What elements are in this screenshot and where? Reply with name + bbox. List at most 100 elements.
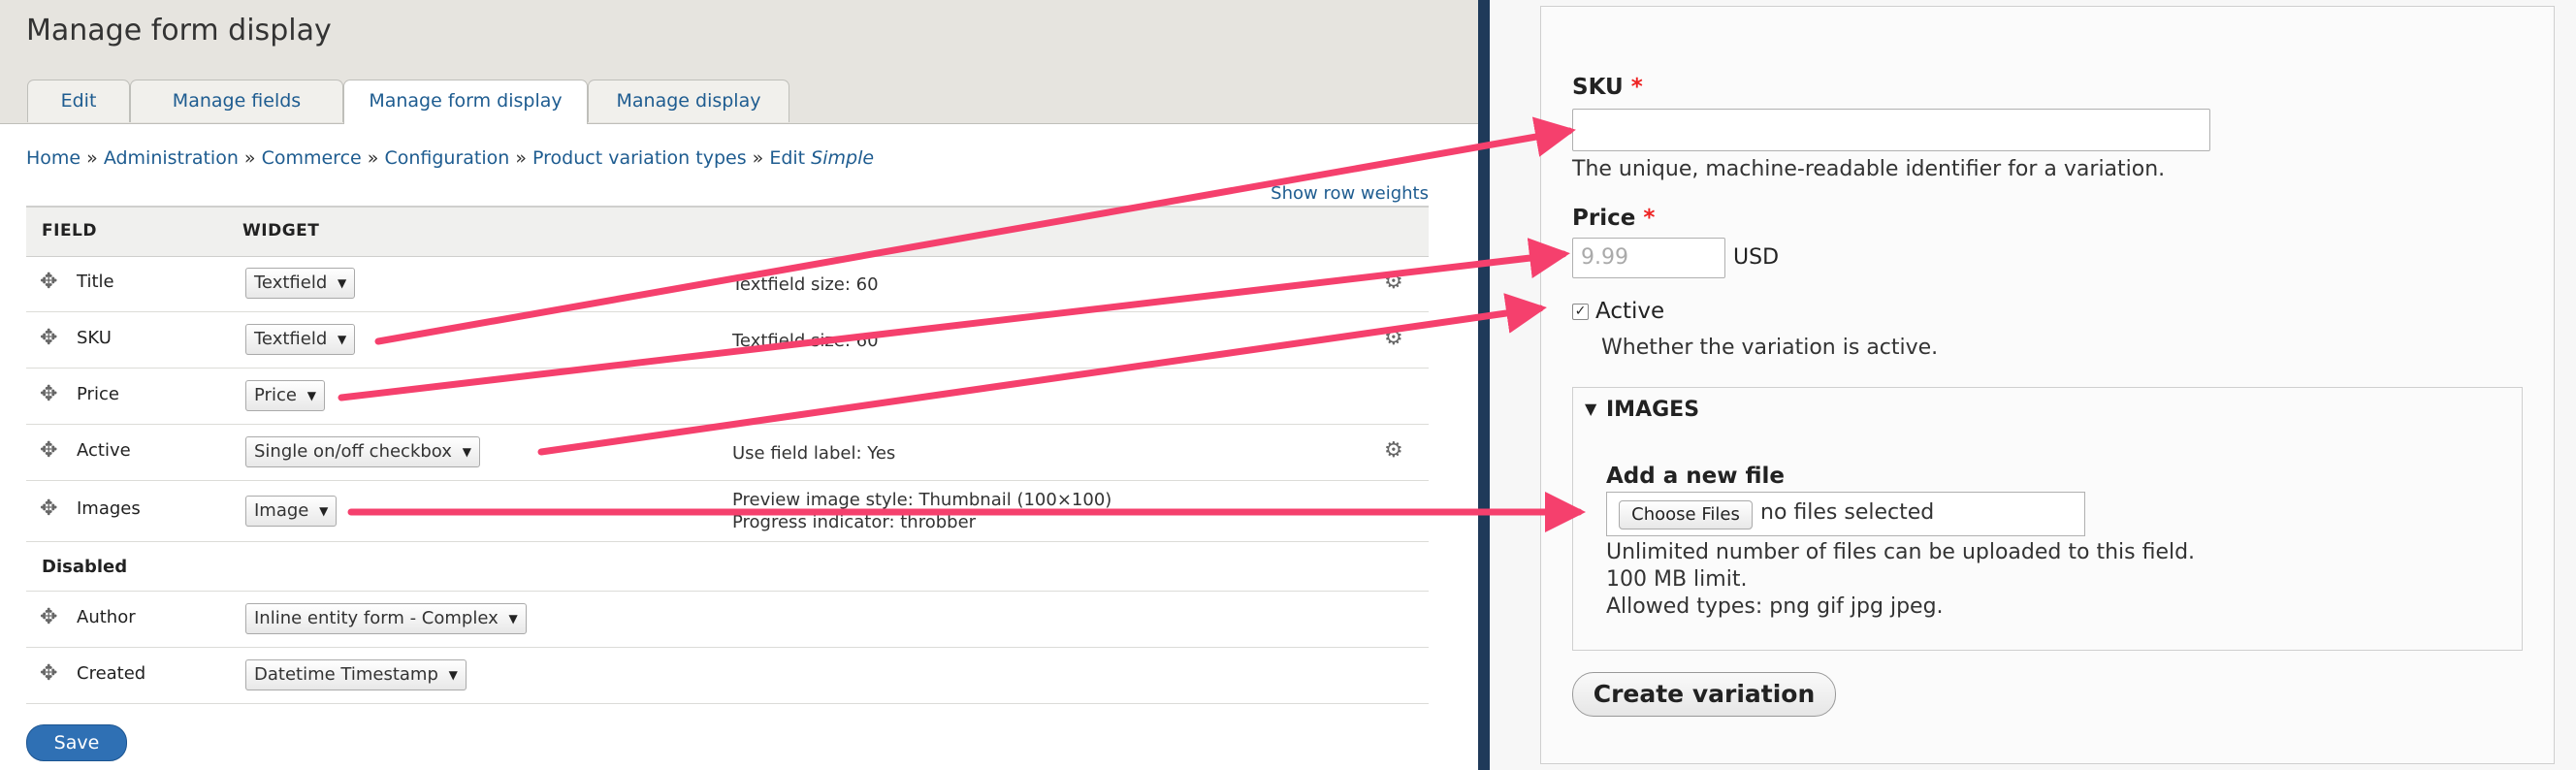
tab-edit[interactable]: Edit xyxy=(27,80,130,122)
active-description: Whether the variation is active. xyxy=(1601,336,1939,360)
drag-handle-icon[interactable]: ✥ xyxy=(40,270,57,294)
upload-help-line3: Allowed types: png gif jpg jpeg. xyxy=(1606,594,1944,619)
widget-select[interactable]: Datetime Timestamp ▼ xyxy=(245,659,467,690)
drag-handle-icon[interactable]: ✥ xyxy=(40,497,57,521)
choose-files-button[interactable]: Choose Files xyxy=(1619,500,1753,529)
required-marker: * xyxy=(1630,75,1643,100)
breadcrumb-separator: » xyxy=(515,147,527,169)
variation-form: SKU * The unique, machine-readable ident… xyxy=(1540,6,2555,764)
drag-handle-icon[interactable]: ✥ xyxy=(40,605,57,629)
drag-handle-icon[interactable]: ✥ xyxy=(40,438,57,463)
breadcrumb-separator: » xyxy=(752,147,764,169)
gear-icon[interactable]: ⚙ xyxy=(1384,270,1403,294)
price-label: Price * xyxy=(1572,206,1655,231)
add-file-label: Add a new file xyxy=(1606,464,1786,489)
field-name: Price xyxy=(77,384,119,404)
caret-down-icon: ▼ xyxy=(338,333,347,346)
widget-summary: Textfield size: 60 xyxy=(732,274,879,295)
sku-label-text: SKU xyxy=(1572,75,1624,100)
caret-down-icon: ▼ xyxy=(508,612,518,626)
create-variation-button[interactable]: Create variation xyxy=(1572,672,1836,717)
breadcrumb-configuration[interactable]: Configuration xyxy=(384,147,509,169)
price-label-text: Price xyxy=(1572,206,1636,231)
active-label[interactable]: Active xyxy=(1595,298,1664,325)
field-name: SKU xyxy=(77,328,112,348)
table-header: FIELD WIDGET xyxy=(26,206,1429,257)
caret-down-icon: ▼ xyxy=(462,445,471,459)
field-name: Author xyxy=(77,607,136,627)
table-row: ✥ Images Image ▼ Preview image style: Thu… xyxy=(26,481,1429,542)
drag-handle-icon[interactable]: ✥ xyxy=(40,661,57,686)
drag-handle-icon[interactable]: ✥ xyxy=(40,326,57,350)
tab-manage-fields[interactable]: Manage fields xyxy=(130,80,343,122)
price-currency: USD xyxy=(1733,245,1780,270)
sku-label: SKU * xyxy=(1572,75,1643,100)
tab-manage-display[interactable]: Manage display xyxy=(588,80,789,122)
widget-select-value: Textfield xyxy=(254,329,328,349)
breadcrumb-edit-prefix: Edit xyxy=(769,147,806,169)
show-row-weights-link[interactable]: Show row weights xyxy=(1271,183,1429,204)
caret-down-icon: ▼ xyxy=(319,504,329,518)
field-name: Active xyxy=(77,440,131,461)
table-row: ✥ Author Inline entity form - Complex ▼ xyxy=(26,592,1429,648)
caret-down-icon: ▼ xyxy=(306,389,316,402)
breadcrumb-product-variation-types[interactable]: Product variation types xyxy=(532,147,747,169)
images-fieldset: ▼ IMAGES Add a new file Choose Files no … xyxy=(1572,387,2523,651)
widget-select[interactable]: Textfield ▼ xyxy=(245,324,356,355)
tab-manage-form-display[interactable]: Manage form display xyxy=(343,80,588,124)
widget-summary: Textfield size: 60 xyxy=(732,331,879,351)
collapse-triangle-icon[interactable]: ▼ xyxy=(1585,400,1596,418)
widget-select-value: Textfield xyxy=(254,273,328,293)
images-legend[interactable]: IMAGES xyxy=(1606,398,1699,422)
drag-handle-icon[interactable]: ✥ xyxy=(40,382,57,406)
price-input[interactable]: 9.99 xyxy=(1572,238,1725,278)
widget-summary: Use field label: Yes xyxy=(732,443,896,464)
form-display-page: Manage form display Edit Manage fields M… xyxy=(0,0,1478,770)
column-header-widget: WIDGET xyxy=(242,221,320,241)
price-placeholder: 9.99 xyxy=(1581,245,1628,270)
disabled-region-row: Disabled xyxy=(26,542,1429,592)
page-title: Manage form display xyxy=(26,14,332,48)
widget-select[interactable]: Price ▼ xyxy=(245,380,325,411)
file-input[interactable]: Choose Files no files selected xyxy=(1606,492,2085,536)
gear-icon[interactable]: ⚙ xyxy=(1384,326,1403,350)
no-files-text: no files selected xyxy=(1760,500,1935,525)
widget-select-value: Price xyxy=(254,385,297,405)
sku-description: The unique, machine-readable identifier … xyxy=(1572,157,2166,181)
table-row: ✥ Active Single on/off checkbox ▼ Use fie… xyxy=(26,425,1429,481)
widget-select-value: Inline entity form - Complex xyxy=(254,608,499,628)
upload-help-line2: 100 MB limit. xyxy=(1606,567,1748,592)
widget-select-value: Single on/off checkbox xyxy=(254,441,452,462)
widget-summary-line2: Progress indicator: throbber xyxy=(732,512,977,532)
widget-select-value: Datetime Timestamp xyxy=(254,664,438,685)
table-row: ✥ SKU Textfield ▼ Textfield size: 60 ⚙ xyxy=(26,312,1429,369)
breadcrumb-separator: » xyxy=(367,147,379,169)
breadcrumb: Home » Administration » Commerce » Confi… xyxy=(26,147,874,169)
widget-select-value: Image xyxy=(254,500,309,521)
sku-input[interactable] xyxy=(1572,109,2210,151)
table-row: ✥ Created Datetime Timestamp ▼ xyxy=(26,648,1429,704)
page-header: Manage form display Edit Manage fields M… xyxy=(0,0,1478,124)
breadcrumb-edit[interactable]: Edit Simple xyxy=(769,147,874,169)
table-row: ✥ Price Price ▼ xyxy=(26,369,1429,425)
widget-select[interactable]: Textfield ▼ xyxy=(245,268,356,299)
save-button[interactable]: Save xyxy=(26,724,127,761)
required-marker: * xyxy=(1643,206,1656,231)
active-checkbox[interactable]: ✓ xyxy=(1572,304,1589,320)
breadcrumb-home[interactable]: Home xyxy=(26,147,80,169)
upload-help-line1: Unlimited number of files can be uploade… xyxy=(1606,540,2196,564)
column-header-field: FIELD xyxy=(42,221,97,241)
widget-select[interactable]: Image ▼ xyxy=(245,496,338,527)
widget-select[interactable]: Inline entity form - Complex ▼ xyxy=(245,603,527,634)
disabled-region-label: Disabled xyxy=(42,557,128,577)
gear-icon[interactable]: ⚙ xyxy=(1384,438,1403,463)
caret-down-icon: ▼ xyxy=(338,276,347,290)
variation-form-preview: SKU * The unique, machine-readable ident… xyxy=(1490,0,2576,770)
breadcrumb-commerce[interactable]: Commerce xyxy=(262,147,362,169)
breadcrumb-separator: » xyxy=(243,147,256,169)
widget-select[interactable]: Single on/off checkbox ▼ xyxy=(245,436,480,467)
breadcrumb-administration[interactable]: Administration xyxy=(104,147,239,169)
widget-summary: Preview image style: Thumbnail (100×100) xyxy=(732,490,1112,510)
field-name: Title xyxy=(77,272,114,292)
breadcrumb-edit-target: Simple xyxy=(811,147,875,169)
